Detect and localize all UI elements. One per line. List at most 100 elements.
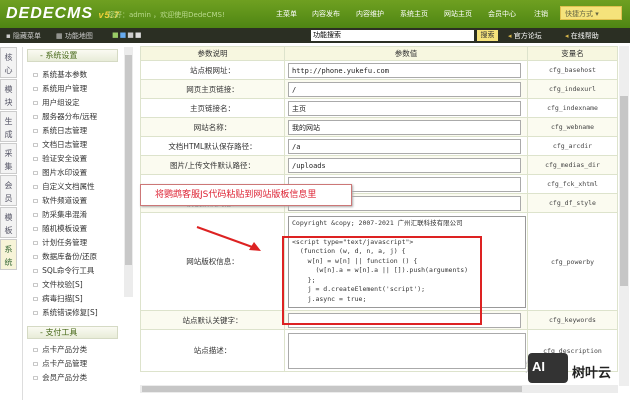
- tab-collect[interactable]: 采集: [0, 143, 17, 174]
- help-label: 在线帮助: [570, 32, 599, 40]
- online-help-link[interactable]: ◂ 在线帮助: [565, 31, 599, 41]
- sidebar-item[interactable]: 文档日志管理: [23, 138, 122, 152]
- sidebar-item[interactable]: 防采集串混淆: [23, 208, 122, 222]
- header-value: 参数值: [284, 46, 528, 61]
- sidebar-group-payment-tools[interactable]: - 支付工具: [27, 326, 118, 339]
- row-value-input[interactable]: http://phone.yukefu.com: [288, 62, 521, 78]
- row-value-cell: /: [284, 79, 528, 99]
- sidebar-item[interactable]: 系统用户管理: [23, 82, 122, 96]
- sidebar-group-system-settings[interactable]: - 系统设置: [27, 49, 118, 62]
- nav-main-menu[interactable]: 主菜单: [276, 9, 297, 19]
- tab-core[interactable]: 核心: [0, 47, 17, 78]
- tab-modules[interactable]: 模块: [0, 79, 17, 110]
- description-textarea[interactable]: [288, 332, 526, 369]
- row-value-cell: http://phone.yukefu.com: [284, 60, 528, 80]
- sidebar-item[interactable]: 图片水印设置: [23, 166, 122, 180]
- nav-site-home[interactable]: 网站主页: [444, 9, 472, 19]
- dedecms-logo: DEDECMS v5.7: [6, 5, 120, 22]
- sidebar-item[interactable]: 点卡产品管理: [23, 357, 122, 371]
- sidebar-item[interactable]: 用户组设定: [23, 96, 122, 110]
- header-description: 参数说明: [140, 46, 285, 61]
- hide-menu-label: 隐藏菜单: [12, 32, 41, 40]
- function-map-label: 功能地图: [64, 32, 93, 40]
- header-variable: 变量名: [527, 46, 618, 61]
- nav-logout[interactable]: 注销: [534, 9, 548, 19]
- row-label: 站点根网址：: [140, 60, 285, 80]
- greeting: 您好：admin ，欢迎使用DedeCMS!: [108, 11, 225, 19]
- highlight-box: [282, 236, 482, 325]
- row-variable: cfg_arcdir: [527, 136, 618, 156]
- row-label: 站点默认关键字：: [140, 310, 285, 330]
- table-row: 网站名称： 我的网站 cfg_webname: [140, 117, 618, 137]
- function-search-input[interactable]: 功能搜索: [311, 30, 474, 41]
- scroll-thumb[interactable]: [620, 96, 628, 286]
- official-forum-link[interactable]: ◂ 官方论坛: [508, 31, 542, 41]
- sidebar-item[interactable]: 自定义文档属性: [23, 180, 122, 194]
- row-value-input[interactable]: 主页: [288, 100, 521, 116]
- row-value-cell: /a: [284, 136, 528, 156]
- hide-menu-button[interactable]: ▪ 隐藏菜单: [6, 31, 41, 41]
- sidebar-item[interactable]: 服务器分布/远程: [23, 110, 122, 124]
- sidebar-item[interactable]: 点卡产品分类: [23, 343, 122, 357]
- row-label: 网页主页链接：: [140, 79, 285, 99]
- row-value-input[interactable]: 我的网站: [288, 119, 521, 135]
- row-value-input[interactable]: /uploads: [288, 157, 521, 173]
- annotation-callout: 将鹦鹉客服JS代码粘贴到网站版板信息里: [140, 184, 352, 206]
- row-label: 网站名称：: [140, 117, 285, 137]
- sidebar-item[interactable]: 系统日志管理: [23, 124, 122, 138]
- row-variable: cfg_medias_dir: [527, 155, 618, 175]
- row-variable: cfg_fck_xhtml: [527, 174, 618, 194]
- row-label: 文档HTML默认保存路径：: [140, 136, 285, 156]
- row-variable: cfg_powerby: [527, 212, 618, 311]
- annotation-arrow-icon: [196, 226, 261, 251]
- sidebar-item[interactable]: 病毒扫描[S]: [23, 292, 122, 306]
- row-variable: cfg_indexname: [527, 98, 618, 118]
- scroll-thumb[interactable]: [142, 386, 522, 392]
- group-label: 支付工具: [45, 328, 78, 337]
- scroll-thumb[interactable]: [125, 55, 132, 265]
- ai-logo: AI: [528, 353, 568, 383]
- function-map-button[interactable]: ▦ 功能地图: [56, 31, 93, 41]
- sidebar-item[interactable]: 系统基本参数: [23, 68, 122, 82]
- sidebar-item[interactable]: 计划任务管理: [23, 236, 122, 250]
- row-label: 主页链接名：: [140, 98, 285, 118]
- watermark-brand: 树叶云: [572, 366, 612, 381]
- sidebar-item[interactable]: 文件校验[S]: [23, 278, 122, 292]
- sidebar-item[interactable]: 系统错误修复[S]: [23, 306, 122, 320]
- tab-generate[interactable]: 生成: [0, 111, 17, 142]
- sidebar-item[interactable]: SQL命令行工具: [23, 264, 122, 278]
- group-label: 系统设置: [45, 51, 78, 60]
- sidebar-item[interactable]: 验证安全设置: [23, 152, 122, 166]
- table-row: 图片/上传文件默认路径：/uploads cfg_medias_dir: [140, 155, 618, 175]
- nav-content-maintain[interactable]: 内容维护: [356, 9, 384, 19]
- forum-label: 官方论坛: [513, 32, 542, 40]
- main-horizontal-scrollbar[interactable]: [140, 385, 618, 393]
- row-value-input[interactable]: /: [288, 81, 521, 97]
- sidebar: - 系统设置 系统基本参数系统用户管理用户组设定服务器分布/远程系统日志管理文档…: [22, 47, 122, 400]
- quick-links-dropdown[interactable]: 快捷方式 ▾: [560, 6, 622, 20]
- row-label: 图片/上传文件默认路径：: [140, 155, 285, 175]
- tab-system[interactable]: 系统: [0, 239, 17, 270]
- tab-template[interactable]: 模板: [0, 207, 17, 238]
- sidebar-scrollbar[interactable]: [124, 47, 133, 297]
- row-variable: cfg_df_style: [527, 193, 618, 213]
- main-vertical-scrollbar[interactable]: [619, 46, 629, 386]
- nav-system-home[interactable]: 系统主页: [400, 9, 428, 19]
- sidebar-item[interactable]: 数据库备份/还原: [23, 250, 122, 264]
- row-value-cell: /uploads: [284, 155, 528, 175]
- tab-member[interactable]: 会员: [0, 175, 17, 206]
- row-value-cell: 我的网站: [284, 117, 528, 137]
- nav-member-center[interactable]: 会员中心: [488, 9, 516, 19]
- sidebar-item[interactable]: 随机模板设置: [23, 222, 122, 236]
- row-variable: cfg_indexurl: [527, 79, 618, 99]
- row-value-cell: 主页: [284, 98, 528, 118]
- row-value-input[interactable]: /a: [288, 138, 521, 154]
- search-button[interactable]: 搜索: [477, 30, 498, 41]
- row-variable: cfg_basehost: [527, 60, 618, 80]
- sidebar-item[interactable]: 软件频道设置: [23, 194, 122, 208]
- nav-content-publish[interactable]: 内容发布: [312, 9, 340, 19]
- table-row: 网页主页链接： / cfg_indexurl: [140, 79, 618, 99]
- skin-color-picker[interactable]: ■■■■: [112, 31, 143, 39]
- sidebar-item[interactable]: 会员产品分类: [23, 371, 122, 385]
- table-row: 文档HTML默认保存路径：/a cfg_arcdir: [140, 136, 618, 156]
